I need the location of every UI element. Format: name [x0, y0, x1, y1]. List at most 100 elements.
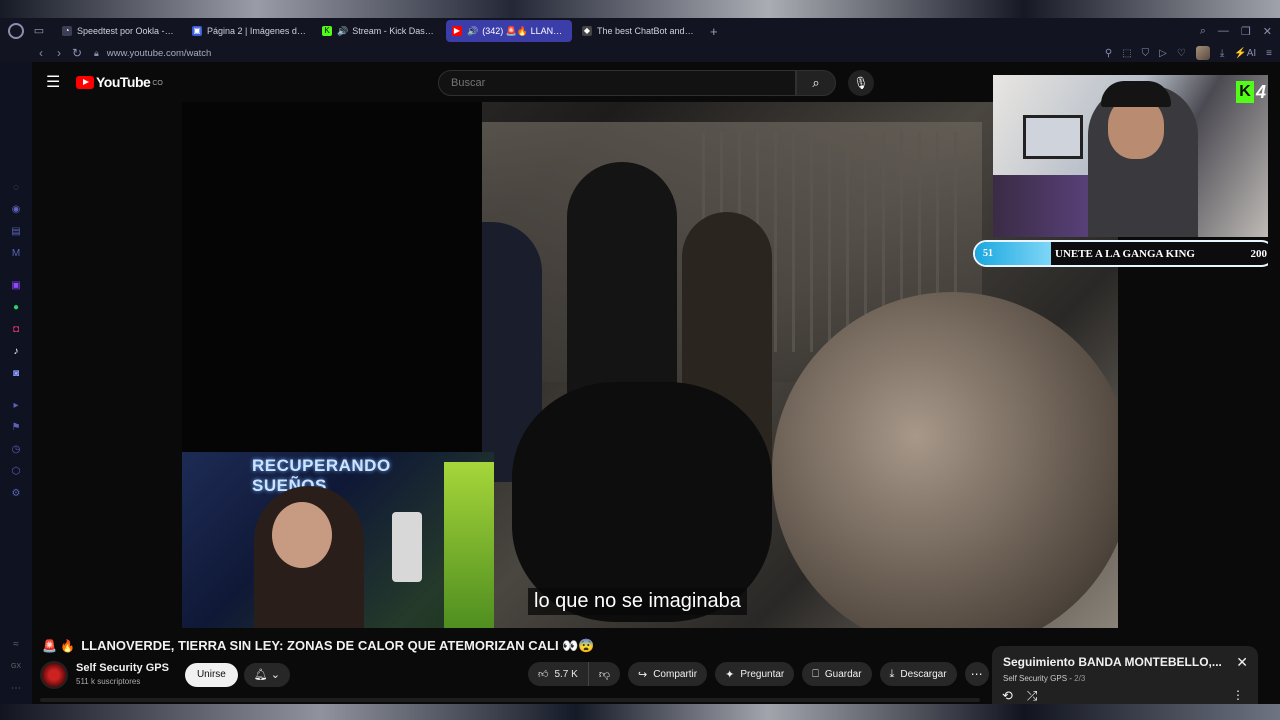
notifications-button[interactable]: 🔔︎ ⌄: [243, 663, 290, 687]
gx-control-icon[interactable]: ≈: [9, 638, 23, 652]
search-button[interactable]: ⌕: [796, 70, 836, 96]
crypto-wallet-icon[interactable]: ▤: [9, 225, 23, 239]
page-scrollbar[interactable]: [1268, 62, 1280, 704]
tab-1[interactable]: ▣ Página 2 | Imágenes de St: [186, 20, 312, 42]
address-bar: ‹ › ↻ 🔒︎ www.youtube.com/watch ⚲ ⬚ ⛉ ▷ ♡…: [0, 44, 1280, 62]
back-icon[interactable]: ‹: [32, 46, 50, 60]
gx-corner-icon[interactable]: GX: [9, 660, 23, 674]
search-box[interactable]: [438, 70, 796, 96]
ai-label: AI: [1246, 47, 1257, 59]
playlist-channel[interactable]: Self Security GPS: [1003, 674, 1067, 683]
goal-current: 51: [983, 248, 993, 259]
playlist-panel: Seguimiento BANDA MONTEBELLO,... Self Se…: [992, 646, 1258, 704]
tab-favicon-icon: ◔: [62, 26, 72, 36]
pip-microphone: [392, 512, 422, 582]
youtube-wordmark: YouTube: [96, 74, 151, 90]
new-tab-button[interactable]: +: [710, 24, 718, 39]
description-preview[interactable]: [40, 698, 980, 702]
history-icon[interactable]: ◷: [9, 443, 23, 457]
shuffle-icon[interactable]: ⤮: [1027, 688, 1037, 704]
guide-menu-icon[interactable]: ☰: [46, 72, 64, 92]
sidebar-more-icon[interactable]: ⋯: [9, 682, 23, 696]
ai-button[interactable]: ⚡AI: [1234, 48, 1256, 59]
profile-avatar[interactable]: [1195, 46, 1210, 60]
tab-title: (342) 🚨🔥 LLANOVERD: [482, 25, 566, 36]
playlist-title[interactable]: Seguimiento BANDA MONTEBELLO,...: [1003, 655, 1223, 669]
close-window-icon[interactable]: ✕: [1263, 25, 1272, 38]
whatsapp-icon[interactable]: ●: [9, 301, 23, 315]
pip-background-panel: [444, 462, 494, 628]
lock-icon[interactable]: 🔒︎: [94, 48, 99, 59]
tab-title: Speedtest por Ookla - La p: [77, 26, 176, 36]
browser-sidebar: ◌ ◉ ▤ M ▣ ● ◘ ♪ ◙ ▸ ⚑ ◷ ⬡ ⚙ ≈ GX ⋯: [0, 62, 32, 704]
messenger-icon[interactable]: M: [9, 247, 23, 261]
chevron-down-icon: ⌄: [270, 669, 280, 681]
search-tabs-icon[interactable]: ⌕: [1200, 25, 1206, 38]
download-icon[interactable]: ⤓: [1220, 48, 1224, 59]
player-icon[interactable]: ▸: [9, 399, 23, 413]
forward-icon[interactable]: ›: [50, 46, 68, 60]
discord-icon[interactable]: ◙: [9, 367, 23, 381]
join-button[interactable]: Unirse: [184, 663, 238, 687]
playlist-count: 2/3: [1074, 674, 1086, 683]
streamer-pip-overlay: RECUPERANDO SUEÑOS: [182, 452, 494, 628]
video-player[interactable]: RECUPERANDO SUEÑOS lo que no se imaginab…: [182, 102, 1118, 628]
restore-icon[interactable]: ❐: [1241, 25, 1251, 38]
snapshot-icon[interactable]: ⬚: [1122, 48, 1131, 59]
close-icon[interactable]: ✕: [1236, 654, 1248, 671]
reload-icon[interactable]: ↻: [68, 46, 86, 60]
share-button[interactable]: ↪ Compartir: [627, 662, 708, 686]
tiktok-icon[interactable]: ♪: [9, 345, 23, 359]
tab-audio-icon[interactable]: 🔊: [467, 26, 478, 37]
pinboard-icon[interactable]: ⚑: [9, 421, 23, 435]
tab-title: Stream - Kick Dashboard: [352, 26, 436, 36]
shield-icon[interactable]: ⛉: [1142, 48, 1150, 59]
overlay-decoration-top: [0, 0, 1280, 18]
twitch-icon[interactable]: ▣: [9, 279, 23, 293]
youtube-play-icon: [76, 75, 94, 89]
play-icon[interactable]: ▷: [1159, 48, 1167, 59]
save-button[interactable]: ⎕ Guardar: [802, 662, 872, 686]
video-actions: 👍︎ 5.7 K 👎︎ ↪ Compartir ✦ Preguntar ⎕ Guarda…: [528, 662, 989, 686]
aria-icon[interactable]: ◌: [9, 181, 23, 195]
browser-menu-icon[interactable]: [8, 23, 24, 39]
playlist-more-icon[interactable]: ⋮: [1232, 688, 1244, 702]
pin-icon[interactable]: ⚲: [1105, 48, 1112, 59]
url-field[interactable]: www.youtube.com/watch: [107, 48, 212, 59]
tab-4[interactable]: ◆ The best ChatBot and Wid: [576, 20, 702, 42]
like-button[interactable]: 👍︎ 5.7 K: [528, 662, 589, 686]
tab-islands-icon[interactable]: ▭: [32, 24, 46, 38]
bot-icon[interactable]: ◉: [9, 203, 23, 217]
minimize-icon[interactable]: —: [1218, 25, 1229, 37]
download-button[interactable]: ⤓ Descargar: [879, 662, 957, 686]
tab-2[interactable]: K 🔊 Stream - Kick Dashboard: [316, 20, 442, 42]
tab-audio-icon[interactable]: 🔊: [337, 26, 348, 37]
channel-avatar[interactable]: [40, 661, 68, 689]
extensions-icon[interactable]: ⬡: [9, 465, 23, 479]
thumbs-down-icon: 👎︎: [598, 668, 610, 681]
webcam-monitor: [1023, 115, 1083, 159]
tab-title: Página 2 | Imágenes de St: [207, 26, 306, 36]
tab-favicon-icon: K: [322, 26, 332, 36]
heart-icon[interactable]: ♡: [1177, 48, 1186, 59]
tab-favicon-icon: ▣: [192, 26, 202, 36]
thumbs-up-icon: 👍︎: [538, 669, 549, 680]
bell-icon: 🔔︎: [253, 669, 268, 681]
youtube-logo[interactable]: YouTube CO: [76, 74, 163, 90]
tab-3[interactable]: ▶ 🔊 (342) 🚨🔥 LLANOVERD: [446, 20, 572, 42]
kick-badge-number: 4: [1256, 81, 1267, 102]
loop-icon[interactable]: ⟲: [1002, 688, 1013, 704]
dislike-button[interactable]: 👎︎: [589, 662, 620, 686]
instagram-icon[interactable]: ◘: [9, 323, 23, 337]
more-actions-button[interactable]: ⋯: [964, 662, 989, 686]
video-dark-region: [182, 102, 482, 452]
voice-search-button[interactable]: 🎙︎: [848, 70, 874, 96]
menu-icon[interactable]: ≡: [1266, 48, 1272, 59]
tab-0[interactable]: ◔ Speedtest por Ookla - La p: [56, 20, 182, 42]
channel-name[interactable]: Self Security GPS: [76, 662, 169, 675]
ask-button[interactable]: ✦ Preguntar: [715, 662, 795, 686]
window-controls: ⌕ — ❐ ✕: [1200, 18, 1272, 44]
search-input[interactable]: [451, 77, 795, 89]
settings-icon[interactable]: ⚙: [9, 487, 23, 501]
tab-title: The best ChatBot and Wid: [597, 26, 696, 36]
